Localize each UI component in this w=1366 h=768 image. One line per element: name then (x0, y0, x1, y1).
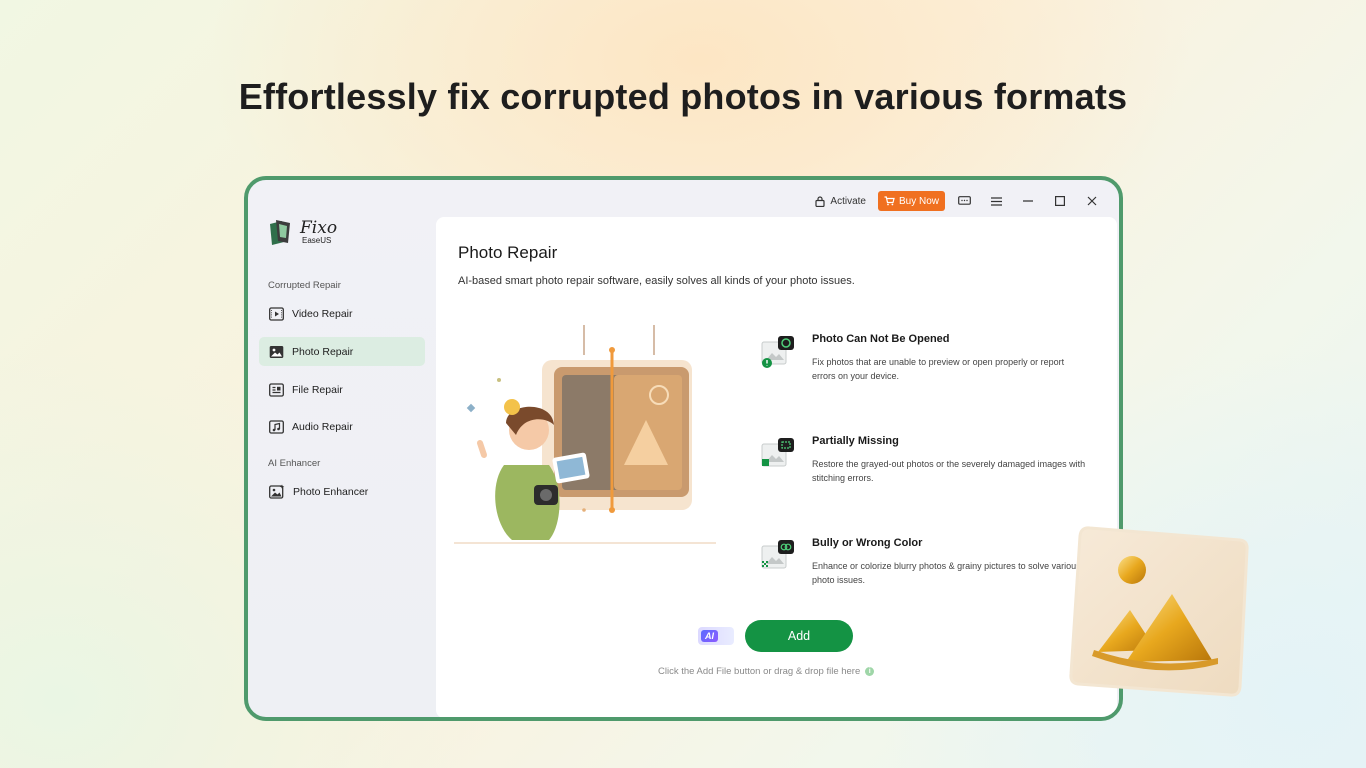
section-label-corrupted: Corrupted Repair (268, 280, 341, 291)
feature-description: Enhance or colorize blurry photos & grai… (812, 561, 1081, 585)
sidebar-item-audio-repair[interactable]: Audio Repair (259, 412, 425, 441)
feature-description: Restore the grayed-out photos or the sev… (812, 459, 1086, 483)
page-headline: Effortlessly fix corrupted photos in var… (238, 76, 1128, 117)
title-bar: Activate Buy Now (809, 190, 1105, 212)
photo-repair-illustration (454, 325, 716, 544)
sidebar-item-file-repair[interactable]: File Repair (259, 375, 425, 404)
minimize-icon (1023, 200, 1033, 202)
app-logo: Fixo EaseUS (268, 218, 337, 246)
sidebar-item-label: Photo Enhancer (293, 485, 369, 498)
file-icon (269, 382, 284, 397)
decorative-photo-tile (1069, 526, 1249, 697)
drop-hint-text: Click the Add File button or drag & drop… (658, 666, 861, 677)
main-panel: Photo Repair AI-based smart photo repair… (436, 217, 1117, 717)
feature-wrong-color: Bully or Wrong Color Enhance or colorize… (758, 537, 1098, 597)
feature-title: Bully or Wrong Color (812, 537, 923, 549)
feature-photo-cannot-open: Photo Can Not Be Opened Fix photos that … (758, 333, 1098, 393)
photo-enhancer-icon (269, 484, 285, 499)
feedback-button[interactable] (951, 190, 977, 212)
feature-title: Photo Can Not Be Opened (812, 333, 950, 345)
cart-icon (884, 196, 895, 206)
maximize-button[interactable] (1047, 190, 1073, 212)
menu-button[interactable] (983, 190, 1009, 212)
partial-photo-icon (761, 438, 794, 467)
page-subtitle: AI-based smart photo repair software, ea… (458, 275, 855, 287)
photo-icon (269, 345, 284, 358)
section-label-ai-enhancer: AI Enhancer (268, 458, 321, 469)
add-button[interactable]: Add (745, 620, 853, 652)
sidebar-item-label: Audio Repair (292, 420, 353, 433)
sidebar-item-label: Video Repair (292, 307, 353, 320)
lock-icon (815, 195, 826, 207)
buy-now-label: Buy Now (898, 195, 939, 207)
maximize-icon (1055, 196, 1065, 206)
hamburger-icon (990, 196, 1002, 206)
minimize-button[interactable] (1015, 190, 1041, 212)
ai-toggle[interactable]: AI (698, 627, 734, 645)
feature-title: Partially Missing (812, 435, 899, 447)
close-icon (1087, 196, 1097, 206)
audio-icon (269, 419, 284, 434)
info-icon[interactable]: i (865, 667, 875, 676)
activate-label: Activate (830, 195, 866, 207)
close-button[interactable] (1079, 190, 1105, 212)
logo-name: Fixo (300, 217, 338, 238)
sidebar-item-photo-enhancer[interactable]: Photo Enhancer (259, 477, 425, 506)
sidebar-item-label: Photo Repair (292, 345, 354, 358)
page-title: Photo Repair (458, 243, 558, 262)
chat-icon (957, 195, 971, 205)
color-photo-icon (761, 540, 794, 569)
sidebar-item-video-repair[interactable]: Video Repair (259, 299, 425, 328)
feature-partially-missing: Partially Missing Restore the grayed-out… (758, 435, 1098, 495)
video-icon (269, 306, 284, 321)
feature-description: Fix photos that are unable to preview or… (812, 357, 1065, 381)
drop-hint: Click the Add File button or drag & drop… (658, 666, 875, 677)
sidebar: Fixo EaseUS Corrupted Repair Video Repai… (248, 180, 434, 717)
buy-now-button[interactable]: Buy Now (877, 191, 945, 211)
sidebar-item-label: File Repair (292, 383, 343, 396)
broken-photo-icon (761, 336, 794, 368)
sidebar-item-photo-repair[interactable]: Photo Repair (259, 337, 425, 366)
app-window: Activate Buy Now Fixo EaseUS Corrupted R… (244, 176, 1123, 721)
activate-button[interactable]: Activate (809, 196, 872, 207)
fixo-logo-icon (270, 220, 290, 245)
ai-badge-label: AI (701, 630, 718, 642)
